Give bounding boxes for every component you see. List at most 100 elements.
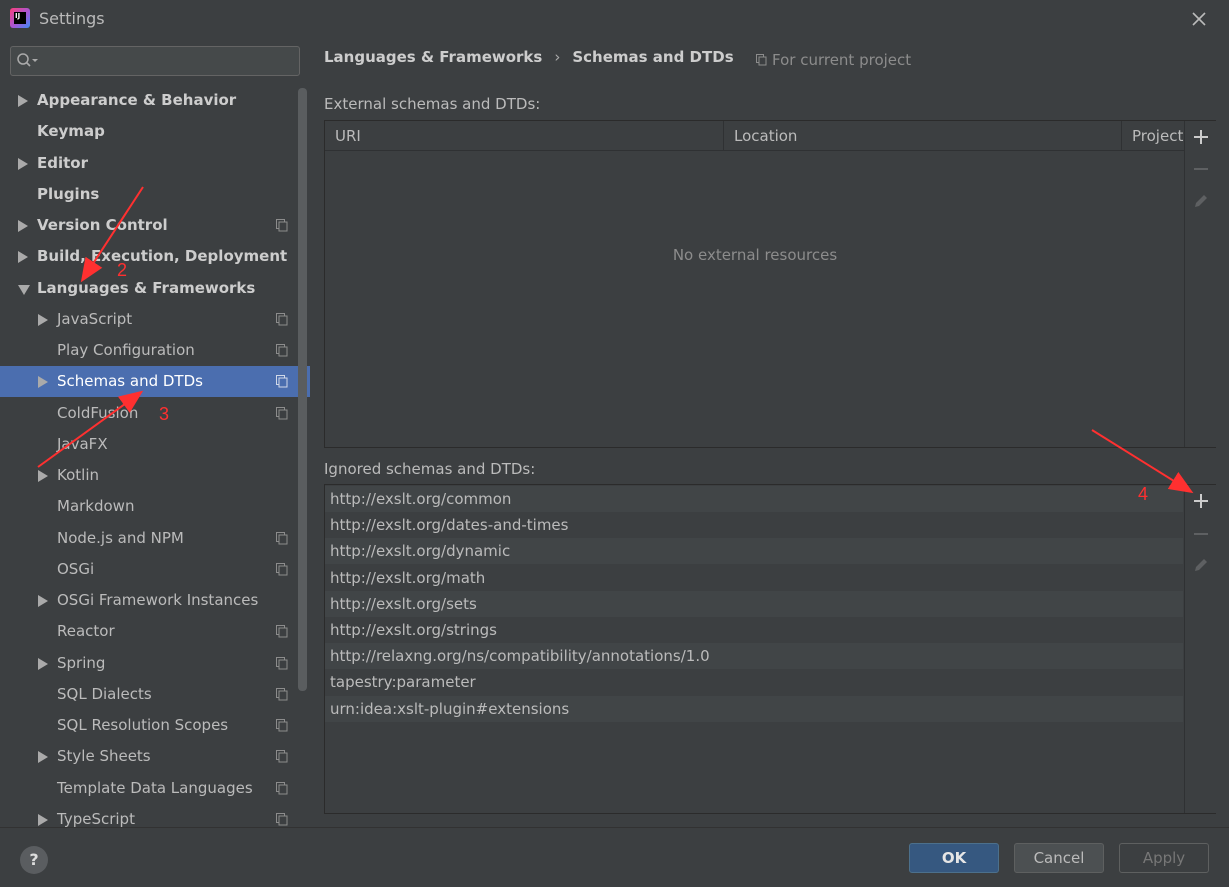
sidebar-item-label: OSGi Framework Instances [57,591,259,609]
sidebar-item-label: Schemas and DTDs [57,372,203,391]
sidebar-scrollbar[interactable] [298,88,307,691]
list-item[interactable]: http://exslt.org/sets [325,590,1183,617]
project-scope-icon [276,344,288,357]
column-header-uri[interactable]: URI [325,121,724,151]
sidebar-item[interactable]: Version Control [0,210,310,241]
sidebar-item-label: JavaFX [57,434,108,453]
project-scope-icon [756,54,767,66]
list-item[interactable]: http://exslt.org/dynamic [325,538,1183,565]
external-section-label: External schemas and DTDs: [324,95,541,113]
sidebar-item[interactable]: Keymap [0,116,310,147]
remove-icon[interactable] [1191,524,1211,544]
list-item[interactable]: http://exslt.org/strings [325,617,1183,643]
sidebar-item-label: SQL Dialects [57,684,152,703]
help-button[interactable]: ? [20,846,48,874]
sidebar-item[interactable]: OSGi Framework Instances [0,585,310,616]
scope-note-text: For current project [772,51,912,69]
sidebar-item[interactable]: SQL Dialects [0,679,310,710]
settings-search-input[interactable] [10,46,300,76]
sidebar-item-label: Style Sheets [57,747,151,766]
column-header-location[interactable]: Location [724,121,1122,151]
expand-arrow-icon[interactable] [38,376,48,389]
table-header: URI Location Project [325,121,1185,151]
add-icon[interactable] [1191,491,1211,511]
dialog-button-bar: ? OK Cancel Apply [0,827,1229,887]
sidebar-item-label: Appearance & Behavior [37,91,237,109]
project-scope-icon [276,812,288,826]
sidebar-item[interactable]: JavaFX [0,429,310,460]
breadcrumb-separator: › [554,48,561,66]
sidebar-item[interactable]: OSGi [0,554,310,585]
sidebar-item[interactable]: Style Sheets [0,741,310,772]
sidebar-item[interactable]: Plugins [0,179,310,210]
ok-button[interactable]: OK [909,843,999,873]
list-item[interactable]: http://exslt.org/dates-and-times [325,512,1183,538]
sidebar-item[interactable]: Schemas and DTDs [0,366,310,398]
sidebar-item-label: TypeScript [57,809,135,828]
expand-arrow-icon[interactable] [38,313,48,326]
sidebar-item-label: Kotlin [57,466,99,484]
sidebar-item-label: Version Control [37,216,168,234]
sidebar-item-label: Build, Execution, Deployment [37,247,288,266]
sidebar-item-label: JavaScript [57,309,133,328]
sidebar-item[interactable]: SQL Resolution Scopes [0,710,310,741]
project-scope-icon [276,312,288,326]
sidebar-item[interactable]: Reactor [0,616,310,647]
list-item[interactable]: http://exslt.org/math [325,565,1183,591]
apply-button[interactable]: Apply [1119,843,1209,873]
sidebar-item[interactable]: Build, Execution, Deployment [0,241,310,272]
sidebar-item[interactable]: Appearance & Behavior [0,85,310,116]
project-scope-icon [276,562,288,576]
sidebar-item[interactable]: JavaScript [0,304,310,335]
project-scope-icon [276,750,288,763]
sidebar-item-label: Plugins [37,184,100,203]
sidebar-item[interactable]: Kotlin [0,460,310,491]
expand-arrow-icon[interactable] [18,95,28,107]
title-bar: IJ Settings [0,0,1229,38]
add-icon[interactable] [1191,127,1211,147]
expand-arrow-icon[interactable] [38,470,48,482]
list-item[interactable]: tapestry:parameter [325,669,1183,695]
sidebar-item[interactable]: Editor [0,148,310,179]
external-resources-table: URI Location Project No external resourc… [324,120,1216,448]
sidebar-item[interactable]: Markdown [0,491,310,522]
window-title: Settings [39,9,105,28]
search-icon[interactable] [16,52,40,70]
sidebar-item-label: Template Data Languages [57,778,253,797]
project-scope-icon [276,625,288,638]
sidebar-item-label: OSGi [57,559,95,578]
expand-arrow-icon[interactable] [38,657,48,670]
project-scope-icon [276,656,288,669]
expand-arrow-icon[interactable] [18,157,28,170]
expand-arrow-icon[interactable] [38,751,48,764]
list-item[interactable]: urn:idea:xslt-plugin#extensions [325,695,1183,722]
close-icon[interactable] [1188,8,1210,30]
sidebar-item[interactable]: Template Data Languages [0,773,310,804]
expand-arrow-icon[interactable] [18,220,28,232]
sidebar-item-label: Keymap [37,122,105,141]
sidebar-item-label: Spring [57,653,106,672]
sidebar-item[interactable]: Languages & Frameworks [0,273,310,304]
expand-arrow-icon[interactable] [18,251,28,264]
sidebar-item-label: Play Configuration [57,341,195,359]
sidebar-item[interactable]: ColdFusion [0,398,310,429]
sidebar-item[interactable]: Spring [0,648,310,679]
collapse-arrow-icon[interactable] [18,284,30,295]
expand-arrow-icon[interactable] [38,813,48,826]
cancel-button[interactable]: Cancel [1014,843,1104,873]
list-item[interactable]: http://exslt.org/common [325,486,1183,512]
ignored-resources-list: http://exslt.org/common http://exslt.org/… [324,484,1216,814]
external-toolbar [1184,121,1216,447]
breadcrumb: Languages & Frameworks › Schemas and DTDs [324,48,734,70]
column-header-project[interactable]: Project [1122,121,1186,151]
sidebar-item[interactable]: Node.js and NPM [0,523,310,554]
sidebar-item[interactable]: TypeScript [0,804,310,828]
list-item[interactable]: http://relaxng.org/ns/compatibility/anno… [325,643,1183,670]
sidebar-item-label: Languages & Frameworks [37,278,256,297]
edit-icon[interactable] [1191,191,1211,211]
sidebar-item[interactable]: Play Configuration [0,335,310,366]
edit-icon[interactable] [1191,555,1211,575]
expand-arrow-icon[interactable] [38,595,48,607]
remove-icon[interactable] [1191,159,1211,179]
sidebar-item-label: Reactor [57,622,115,641]
